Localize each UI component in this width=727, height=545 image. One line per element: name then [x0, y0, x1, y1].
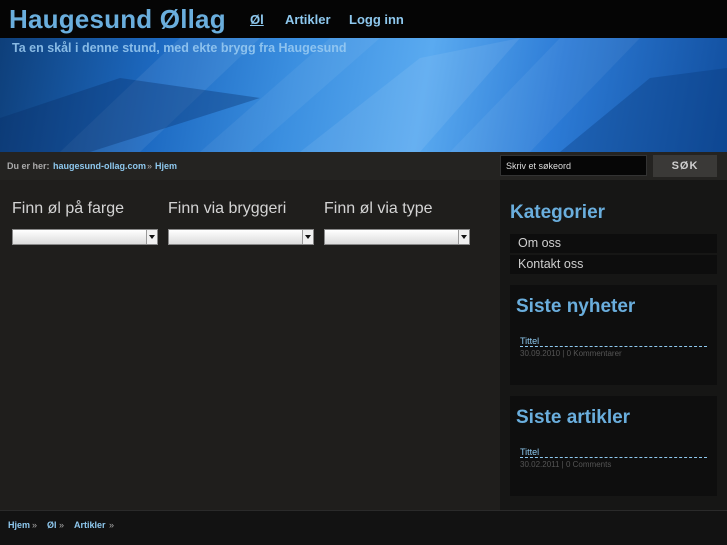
news-item-meta: 30.09.2010 | 0 Kommentarer: [520, 349, 622, 358]
footer-link-ol[interactable]: Øl: [47, 520, 57, 530]
breadcrumb-home-link[interactable]: Hjem: [155, 161, 177, 171]
footer-separator: »: [109, 520, 115, 530]
site-title[interactable]: Haugesund Øllag: [9, 4, 226, 35]
footer-separator: »: [32, 520, 38, 530]
breadcrumb-site-link[interactable]: haugesund-ollag.com: [53, 161, 146, 171]
articles-title: Siste artikler: [516, 407, 631, 428]
category-item-om-oss[interactable]: Om oss: [510, 234, 717, 253]
banner-decoration: [0, 38, 727, 152]
breadcrumb-prefix: Du er her:: [7, 161, 50, 171]
search-input[interactable]: [500, 155, 647, 176]
news-divider: [520, 346, 707, 347]
tagline: Ta en skål i denne stund, med ekte brygg…: [12, 41, 347, 55]
finder-type-label: Finn øl via type: [324, 200, 433, 217]
chevron-down-icon[interactable]: [146, 230, 157, 244]
footer-separator: »: [59, 520, 65, 530]
chevron-down-icon[interactable]: [458, 230, 469, 244]
category-item-kontakt-oss[interactable]: Kontakt oss: [510, 255, 717, 274]
finder-brewery-select[interactable]: [168, 229, 314, 245]
finder-brewery-label: Finn via bryggeri: [168, 200, 287, 217]
categories-title: Kategorier: [510, 202, 606, 223]
header-banner: Ta en skål i denne stund, med ekte brygg…: [0, 38, 727, 152]
finder-type-select[interactable]: [324, 229, 470, 245]
news-item-link[interactable]: Tittel: [520, 336, 539, 346]
nav-item-artikler[interactable]: Artikler: [285, 12, 331, 27]
nav-item-logg-inn[interactable]: Logg inn: [349, 12, 404, 27]
article-item-meta: 30.02.2011 | 0 Comments: [520, 460, 612, 469]
footer-link-hjem[interactable]: Hjem: [8, 520, 30, 530]
footer-link-artikler[interactable]: Artikler: [74, 520, 106, 530]
breadcrumb-separator: »: [147, 161, 153, 171]
chevron-down-icon[interactable]: [302, 230, 313, 244]
search-button[interactable]: SØK: [653, 155, 717, 177]
news-title: Siste nyheter: [516, 296, 636, 317]
finder-color-select[interactable]: [12, 229, 158, 245]
finder-color-label: Finn øl på farge: [12, 200, 125, 217]
article-item-link[interactable]: Tittel: [520, 447, 539, 457]
article-divider: [520, 457, 707, 458]
nav-item-ol[interactable]: Øl: [250, 12, 264, 27]
